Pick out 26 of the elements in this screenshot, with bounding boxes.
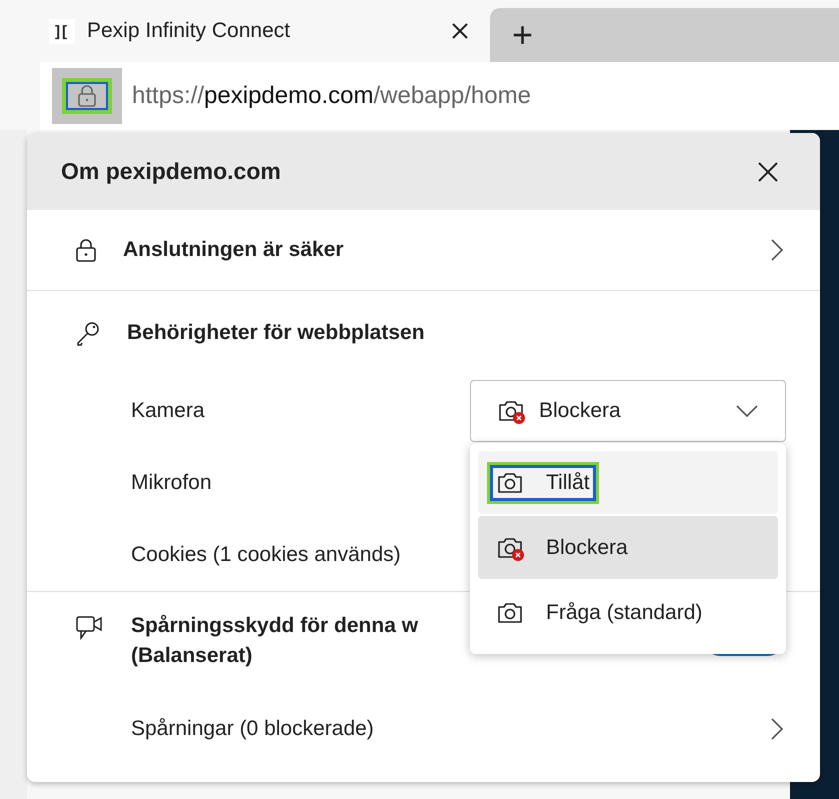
dropdown-option[interactable]: Blockera — [478, 516, 778, 579]
close-icon[interactable] — [756, 160, 780, 184]
panel-title: Om pexipdemo.com — [61, 158, 281, 185]
chevron-down-icon — [735, 404, 759, 418]
permission-label[interactable]: Cookies (1 cookies används) — [131, 543, 401, 567]
permission-dropdown[interactable]: Blockera — [470, 380, 786, 442]
site-info-button[interactable] — [52, 68, 122, 124]
tab-title: Pexip Infinity Connect — [87, 19, 292, 43]
lock-icon — [75, 237, 97, 263]
trackers-link[interactable]: Spårningar (0 blockerade) — [131, 717, 744, 741]
video-chat-icon — [75, 614, 105, 642]
section-heading: Behörigheter för webbplatsen — [127, 321, 425, 345]
site-favicon: ][ — [49, 18, 75, 44]
lock-icon — [77, 84, 97, 108]
permission-label[interactable]: Mikrofon — [131, 471, 212, 495]
tracking-label: Spårningsskydd för denna w — [131, 614, 420, 638]
dropdown-option[interactable]: Fråga (standard) — [478, 581, 778, 644]
tracking-level: (Balanserat) — [131, 644, 254, 668]
chevron-right-icon[interactable] — [770, 717, 784, 741]
key-icon — [75, 320, 101, 346]
close-icon[interactable] — [450, 21, 470, 41]
connection-link[interactable]: Anslutningen är säker — [123, 238, 744, 262]
new-tab-button[interactable]: + — [490, 14, 556, 56]
permission-label: Kamera — [131, 399, 205, 423]
chevron-right-icon[interactable] — [770, 238, 784, 262]
dropdown-option[interactable]: Tillåt — [478, 451, 778, 514]
